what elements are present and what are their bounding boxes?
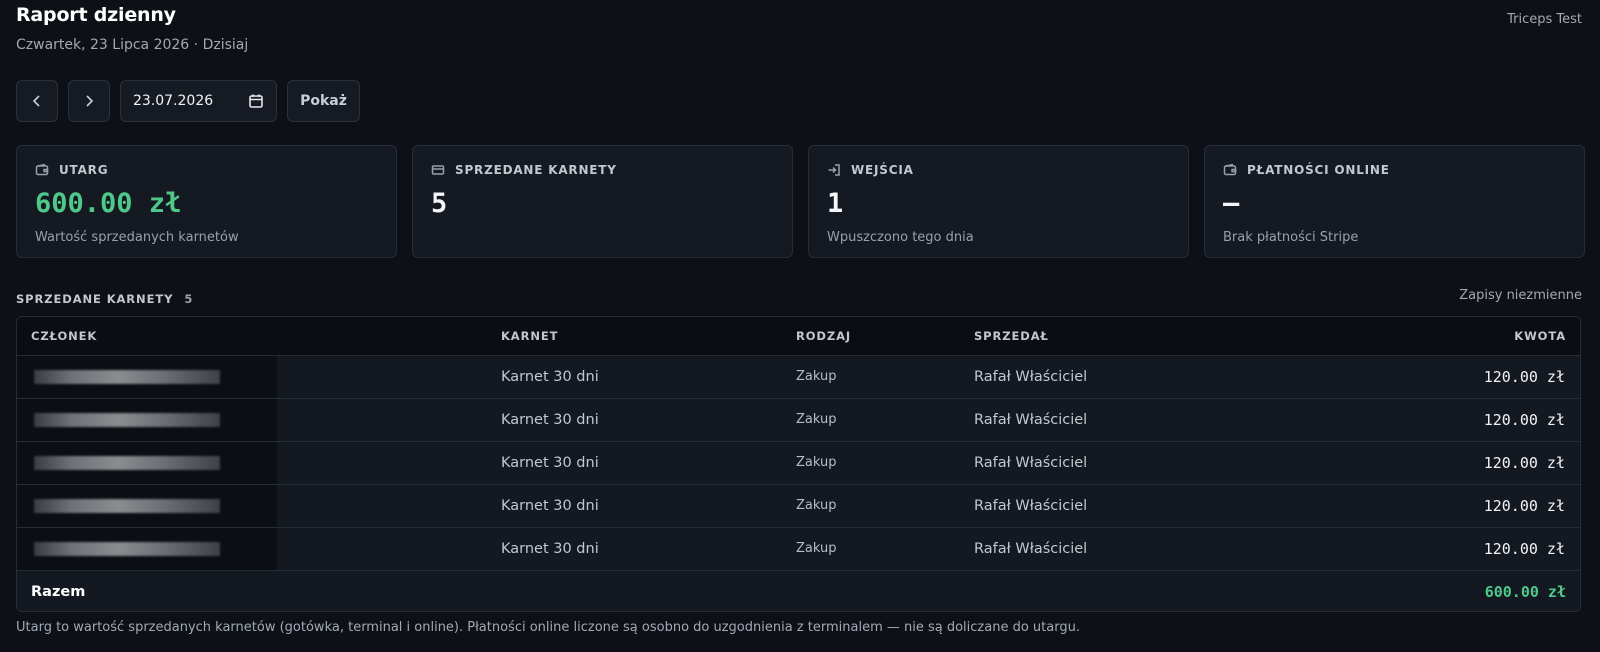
kind-cell: Zakup: [782, 355, 960, 399]
redacted-member-name: [17, 398, 277, 441]
table-row[interactable]: Karnet 30 dni Zakup Rafał Właściciel 120…: [17, 527, 1580, 571]
kind-cell: Zakup: [782, 484, 960, 528]
kind-cell: Zakup: [782, 527, 960, 571]
table-row[interactable]: Karnet 30 dni Zakup Rafał Właściciel 120…: [17, 355, 1580, 399]
pass-cell: Karnet 30 dni: [487, 441, 782, 485]
table-row[interactable]: Karnet 30 dni Zakup Rafał Właściciel 120…: [17, 484, 1580, 528]
table-row[interactable]: Karnet 30 dni Zakup Rafał Właściciel 120…: [17, 398, 1580, 442]
total-label: Razem: [31, 583, 86, 600]
redacted-member-name: [17, 355, 277, 398]
stat-caption: Brak płatności Stripe: [1223, 230, 1359, 245]
page-subtitle: Czwartek, 23 Lipca 2026 · Dzisiaj: [16, 37, 249, 53]
chevron-left-icon: [32, 95, 40, 107]
section-title: SPRZEDANE KARNETY: [16, 292, 174, 306]
column-header-kind: RODZAJ: [782, 317, 960, 356]
show-button[interactable]: Pokaż: [287, 80, 360, 122]
pass-cell: Karnet 30 dni: [487, 355, 782, 399]
pass-cell: Karnet 30 dni: [487, 484, 782, 528]
pass-cell: Karnet 30 dni: [487, 398, 782, 442]
column-header-amount: KWOTA: [1308, 317, 1580, 356]
kind-cell: Zakup: [782, 441, 960, 485]
pass-cell: Karnet 30 dni: [487, 527, 782, 571]
member-cell: [17, 484, 487, 528]
amount-cell: 120.00 zł: [1308, 398, 1580, 442]
redacted-member-name: [17, 441, 277, 484]
stat-label: WEJŚCIA: [851, 163, 914, 177]
column-header-pass: KARNET: [487, 317, 782, 356]
daily-report-page: Raport dzienny Czwartek, 23 Lipca 2026 ·…: [0, 0, 1600, 652]
stat-label: PŁATNOŚCI ONLINE: [1247, 163, 1390, 177]
chevron-right-icon: [86, 95, 94, 107]
amount-cell: 120.00 zł: [1308, 355, 1580, 399]
stats-row: UTARG 600.00 zł Wartość sprzedanych karn…: [16, 145, 1585, 258]
stat-value-entries: 1: [827, 188, 844, 219]
seller-cell: Rafał Właściciel: [960, 355, 1309, 399]
section-count: 5: [184, 292, 193, 306]
member-cell: [17, 398, 487, 442]
redacted-member-name: [17, 484, 277, 527]
stat-value-sold-passes: 5: [431, 188, 448, 219]
seller-cell: Rafał Właściciel: [960, 441, 1309, 485]
seller-cell: Rafał Właściciel: [960, 484, 1309, 528]
footnote: Utarg to wartość sprzedanych karnetów (g…: [16, 620, 1080, 635]
amount-cell: 120.00 zł: [1308, 527, 1580, 571]
stat-card-revenue: UTARG 600.00 zł Wartość sprzedanych karn…: [16, 145, 397, 258]
date-input-value: 23.07.2026: [133, 93, 214, 109]
total-value: 600.00 zł: [1484, 582, 1566, 601]
seller-cell: Rafał Właściciel: [960, 527, 1309, 571]
sold-passes-table: CZŁONEK KARNET RODZAJ SPRZEDAŁ KWOTA Kar…: [16, 316, 1581, 612]
table-total-row: Razem 600.00 zł: [17, 570, 1580, 611]
stat-label: UTARG: [59, 163, 109, 177]
member-cell: [17, 441, 487, 485]
kind-cell: Zakup: [782, 398, 960, 442]
previous-day-button[interactable]: [16, 80, 58, 122]
date-input[interactable]: 23.07.2026: [120, 80, 277, 122]
account-name: Triceps Test: [1507, 12, 1582, 27]
page-header: Raport dzienny Czwartek, 23 Lipca 2026 ·…: [16, 4, 1582, 64]
member-cell: [17, 527, 487, 571]
stat-label: SPRZEDANE KARNETY: [455, 163, 617, 177]
stat-card-sold-passes: SPRZEDANE KARNETY 5: [412, 145, 793, 258]
column-header-seller: SPRZEDAŁ: [960, 317, 1309, 356]
column-header-member: CZŁONEK: [17, 317, 487, 356]
stat-caption: Wpuszczono tego dnia: [827, 230, 974, 245]
card-icon: [431, 165, 445, 175]
redacted-member-name: [17, 527, 277, 570]
stat-value-revenue: 600.00 zł: [35, 188, 182, 219]
wallet-icon: [35, 163, 49, 176]
sold-passes-section-header: SPRZEDANE KARNETY 5 Zapisy niezmienne: [16, 288, 1582, 306]
login-icon: [828, 164, 840, 176]
calendar-icon[interactable]: [248, 93, 264, 109]
amount-cell: 120.00 zł: [1308, 484, 1580, 528]
wallet-icon: [1223, 163, 1237, 176]
member-cell: [17, 355, 487, 399]
section-note: Zapisy niezmienne: [1459, 288, 1582, 303]
next-day-button[interactable]: [68, 80, 110, 122]
stat-value-online-payments: —: [1223, 188, 1240, 219]
seller-cell: Rafał Właściciel: [960, 398, 1309, 442]
stat-card-online-payments: PŁATNOŚCI ONLINE — Brak płatności Stripe: [1204, 145, 1585, 258]
amount-cell: 120.00 zł: [1308, 441, 1580, 485]
page-title: Raport dzienny: [16, 4, 176, 26]
date-toolbar: 23.07.2026 Pokaż: [16, 80, 360, 122]
table-row[interactable]: Karnet 30 dni Zakup Rafał Właściciel 120…: [17, 441, 1580, 485]
stat-card-entries: WEJŚCIA 1 Wpuszczono tego dnia: [808, 145, 1189, 258]
table-header-row: CZŁONEK KARNET RODZAJ SPRZEDAŁ KWOTA: [17, 317, 1580, 356]
stat-caption: Wartość sprzedanych karnetów: [35, 230, 239, 245]
